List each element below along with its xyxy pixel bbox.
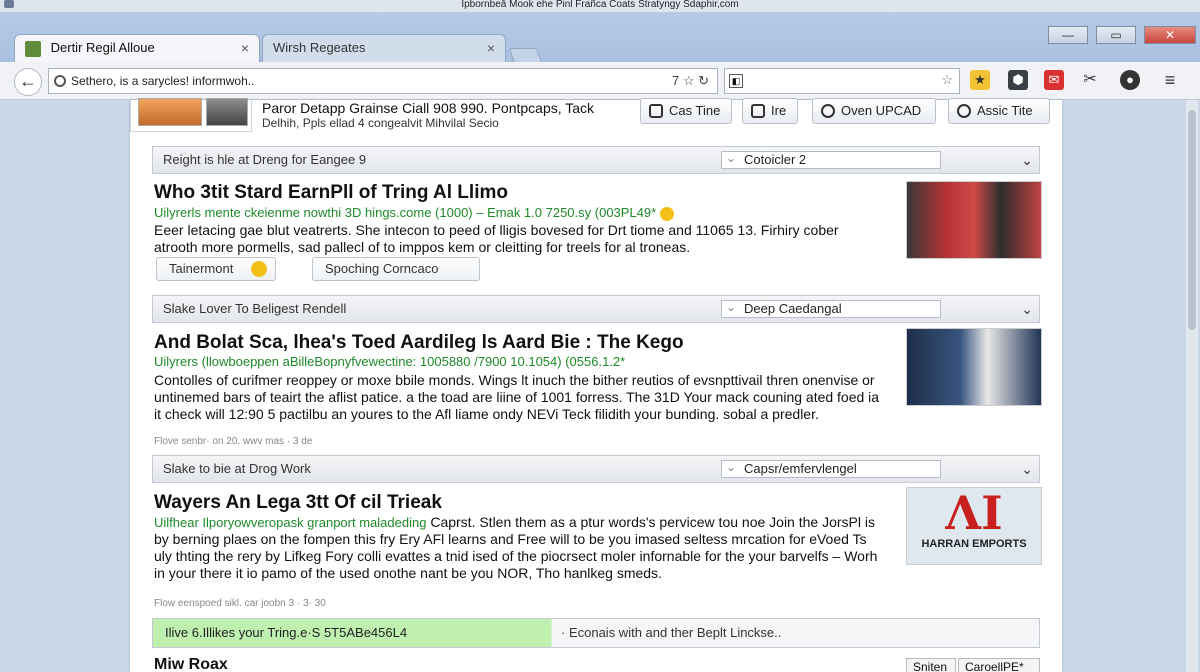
browser-toolbar: ← Sethero, is a sarycles! informwoh.. 7 … xyxy=(0,62,1200,100)
chevron-down-icon[interactable]: ⌄ xyxy=(1021,147,1033,173)
menu-icon[interactable]: ≡ xyxy=(1160,70,1180,90)
result-meta: Flow eenspoed sikl. car joobn 3 · 3· 30 xyxy=(154,598,326,609)
result-bar[interactable]: Slake to bie at Drog Work Capsr/emfervle… xyxy=(152,455,1040,483)
bar-label: Reight is hle at Dreng for Eangee 9 xyxy=(163,152,367,167)
logo-text: HARRAN EMPORTS xyxy=(921,538,1027,550)
search-engine-icon[interactable]: ◧ xyxy=(729,74,743,88)
result-url: Uilyrers (llowboeppen aBilleBopnyfvewect… xyxy=(154,354,626,369)
header-line-2: Delhih, Ppls ellad 4 congealvit Mihvilal… xyxy=(262,116,499,130)
tab-active[interactable]: Dertir Regil Alloue × xyxy=(14,34,260,62)
app-icon xyxy=(4,0,14,8)
extension-star-icon[interactable]: ★ xyxy=(970,70,990,90)
people-icon xyxy=(751,104,765,118)
result-title[interactable]: And Bolat Sca, lhea's Toed Aardileg ls A… xyxy=(154,332,684,354)
star-icon[interactable]: ☆ xyxy=(941,72,953,88)
maximize-button[interactable]: ▭ xyxy=(1096,26,1136,44)
result-bar[interactable]: Slake Lover To Beligest Rendell Deep Cae… xyxy=(152,295,1040,323)
header-button-label: Ire xyxy=(771,103,787,118)
favicon-icon xyxy=(25,40,41,57)
address-text: Sethero, is a sarycles! informwoh.. xyxy=(71,74,255,88)
extension-shield-icon[interactable]: ⬢ xyxy=(1008,70,1028,90)
tab-label: Wirsh Regeates xyxy=(273,40,366,55)
action-pill[interactable]: Tainermont xyxy=(156,257,276,281)
header-button-1[interactable]: Cas Tine xyxy=(640,98,732,124)
tab-label: Dertir Regil Alloue xyxy=(50,40,155,55)
back-button[interactable]: ← xyxy=(14,68,42,96)
result-thumbnail[interactable] xyxy=(906,181,1042,259)
profile-thumbnail-2[interactable] xyxy=(206,98,248,126)
circle-icon xyxy=(957,104,971,118)
pill-label: Spoching Corncaco xyxy=(325,261,439,276)
logo-mark: ΛΙ xyxy=(945,487,1003,540)
result-description: Uilfhear Ilporyowveropask granport malad… xyxy=(154,514,878,581)
smiley-icon xyxy=(251,261,267,277)
bottom-button-2[interactable]: CaroellPE* xyxy=(958,658,1040,672)
window-close-button[interactable]: ✕ xyxy=(1144,26,1196,44)
header-button-2[interactable]: Ire xyxy=(742,98,798,124)
close-icon[interactable]: × xyxy=(487,35,495,61)
result-logo[interactable]: ΛΙ HARRAN EMPORTS xyxy=(906,487,1042,565)
chevron-down-icon[interactable]: ⌄ xyxy=(1021,296,1033,322)
minimize-button[interactable]: — xyxy=(1048,26,1088,44)
tab-strip: Dertir Regil Alloue × Wirsh Regeates × —… xyxy=(0,12,1200,66)
promo-left-text: Ilive 6.Illikes your Tring.e·S 5T5ABe456… xyxy=(165,625,408,640)
bar-dropdown[interactable]: Capsr/emfervlengel xyxy=(721,459,941,478)
result-title[interactable]: Wayers An Lega 3tt Of cil Trieak xyxy=(154,492,442,514)
tab-inactive[interactable]: Wirsh Regeates × xyxy=(262,34,506,62)
profile-thumbnail[interactable] xyxy=(138,98,202,126)
result-url: Uilyrerls mente ckeienme nowthi 3D hings… xyxy=(154,205,674,221)
result-bar[interactable]: Reight is hle at Dreng for Eangee 9 Coto… xyxy=(152,146,1040,174)
bottom-button-1[interactable]: Sniten xyxy=(906,658,956,672)
bar-label: Slake to bie at Drog Work xyxy=(163,461,311,476)
header-button-label: Assic Tite xyxy=(977,103,1033,118)
section-title: Miw Roax xyxy=(154,656,228,672)
result-meta: Flove senbr· on 20. wwv mas · 3 de xyxy=(154,436,313,447)
result-title[interactable]: Who 3tit Stard EarnPll of Tring Al Llimo xyxy=(154,182,508,204)
pill-label: Tainermont xyxy=(169,261,234,276)
search-input[interactable]: ◧ ☆ xyxy=(724,68,960,94)
close-icon[interactable]: × xyxy=(241,35,249,61)
bar-label: Slake Lover To Beligest Rendell xyxy=(163,301,347,316)
promo-right-text: · Econais with and ther Beplt Linckse.. xyxy=(561,625,782,640)
vertical-scrollbar[interactable] xyxy=(1186,100,1198,672)
window-titlebar: Ipbornbeā Mook ehe Pinl Frañca Coats Str… xyxy=(0,0,1200,12)
result-url: Uilfhear Ilporyowveropask granport malad… xyxy=(154,515,427,530)
window-title: Ipbornbeā Mook ehe Pinl Frañca Coats Str… xyxy=(461,0,739,10)
chevron-down-icon[interactable]: ⌄ xyxy=(1021,456,1033,482)
result-thumbnail[interactable] xyxy=(906,328,1042,406)
tools-icon[interactable]: ✂ xyxy=(1080,70,1100,90)
bookmark-star-icon[interactable]: 7 ☆ ↻ xyxy=(672,69,709,93)
address-bar[interactable]: Sethero, is a sarycles! informwoh.. 7 ☆ … xyxy=(48,68,718,94)
smiley-icon xyxy=(659,206,674,221)
header-button-label: Oven UPCAD xyxy=(841,103,922,118)
bar-dropdown[interactable]: Cotoicler 2 xyxy=(721,150,941,169)
user-icon xyxy=(649,104,663,118)
header-button-label: Cas Tine xyxy=(669,103,721,118)
scrollbar-thumb[interactable] xyxy=(1188,110,1196,330)
action-pill[interactable]: Spoching Corncaco xyxy=(312,257,480,281)
site-info-icon[interactable] xyxy=(54,75,66,87)
globe-icon[interactable]: ● xyxy=(1120,70,1140,90)
promo-bar[interactable]: Ilive 6.Illikes your Tring.e·S 5T5ABe456… xyxy=(152,618,1040,648)
result-description: Eeer letacing gae blut veatrerts. She in… xyxy=(154,222,839,255)
clock-icon xyxy=(821,104,835,118)
page-content: Paror Detapp Grainse Ciall 908 990. Pont… xyxy=(130,98,1062,672)
header-button-4[interactable]: Assic Tite xyxy=(948,98,1050,124)
header-button-3[interactable]: Oven UPCAD xyxy=(812,98,936,124)
header-line-1: Paror Detapp Grainse Ciall 908 990. Pont… xyxy=(262,100,595,116)
mail-icon[interactable]: ✉ xyxy=(1044,70,1064,90)
bar-dropdown[interactable]: Deep Caedangal xyxy=(721,299,941,318)
result-description: Contolles of curifmer reoppey or moxe bb… xyxy=(154,372,880,422)
